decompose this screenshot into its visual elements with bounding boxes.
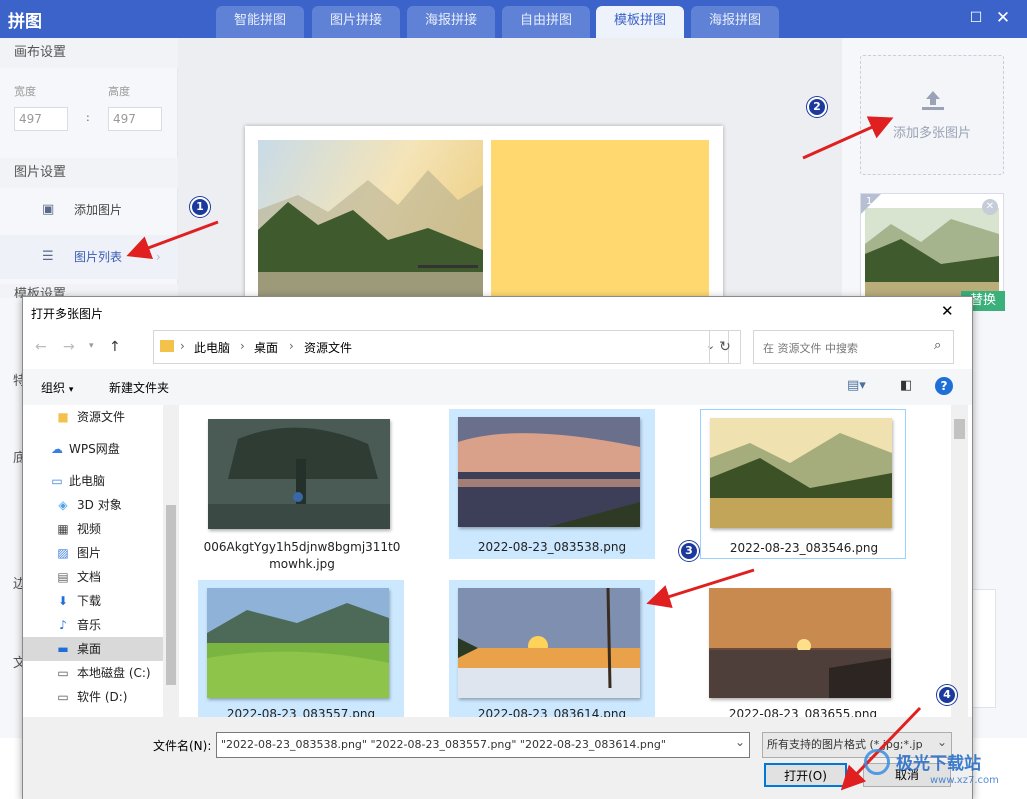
watermark-url: www.xz7.com <box>930 775 999 786</box>
step-badge-2: 2 <box>807 97 827 117</box>
annotation-arrows <box>126 116 922 791</box>
step-badge-4: 4 <box>937 685 957 705</box>
step-badge-3: 3 <box>679 541 699 561</box>
step-badge-1: 1 <box>190 197 210 217</box>
arrow-3 <box>646 568 755 609</box>
watermark-text: 极光下载站 <box>896 754 981 774</box>
arrow-4 <box>840 706 922 791</box>
arrow-1 <box>126 220 219 259</box>
watermark-logo-icon <box>864 749 890 775</box>
arrow-2 <box>802 116 894 160</box>
